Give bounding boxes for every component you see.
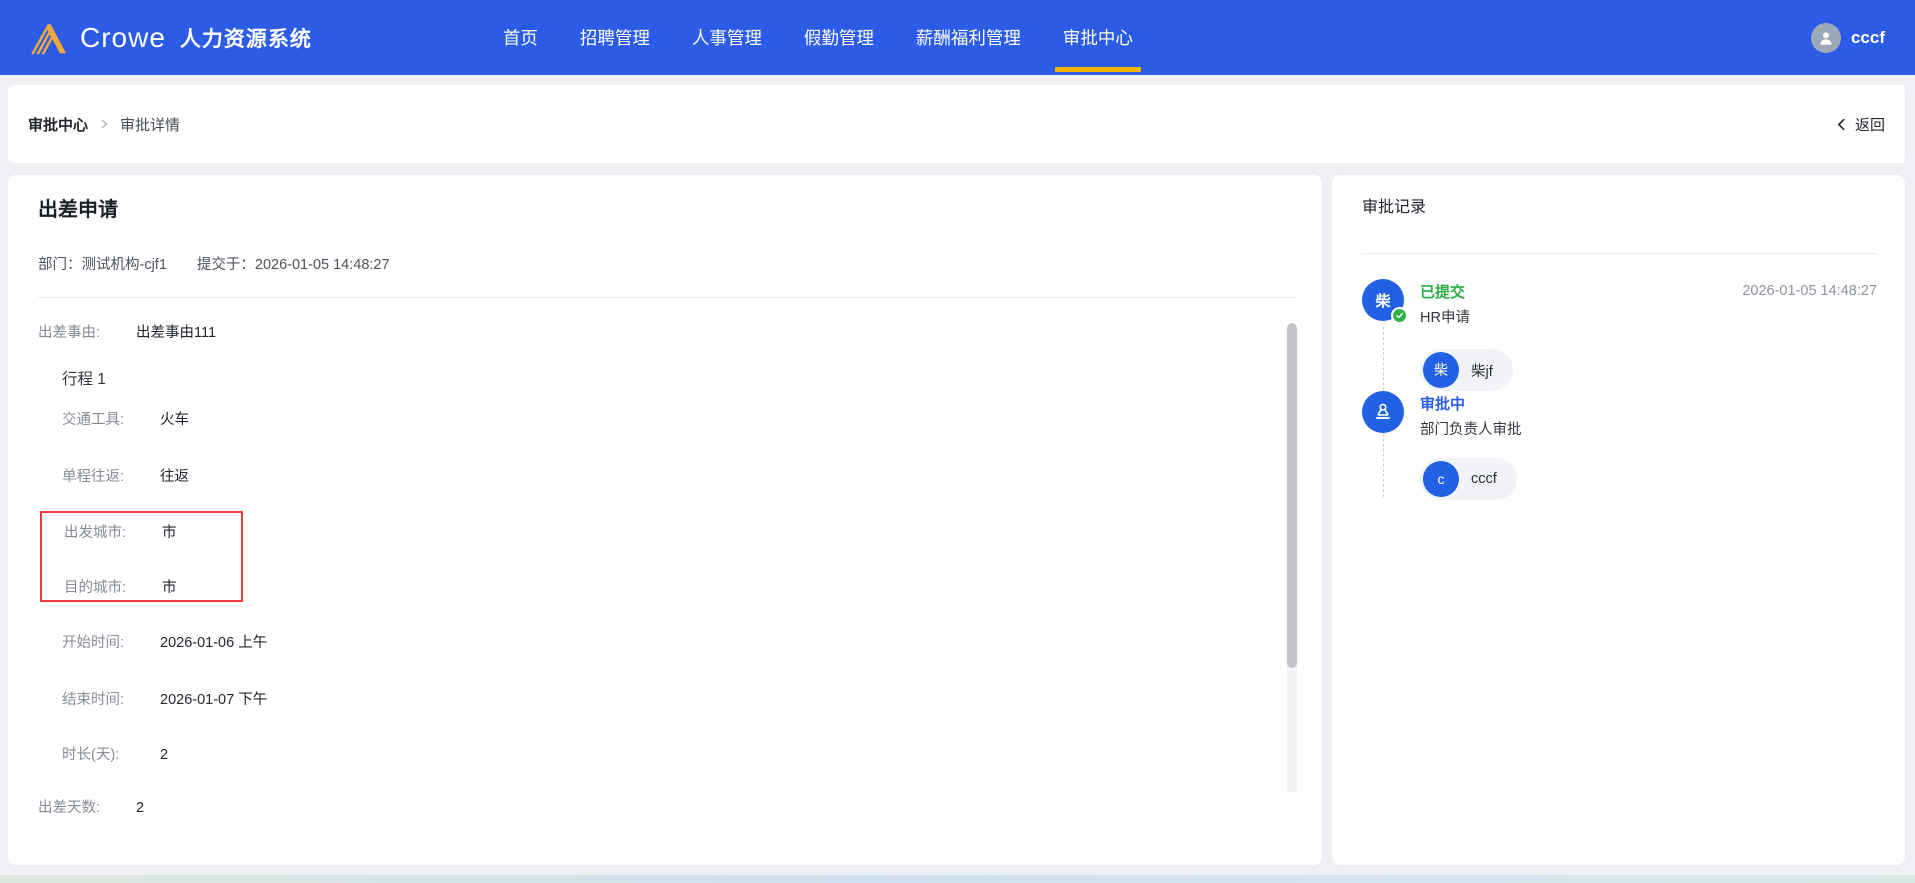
field-label: 开始时间: (62, 635, 125, 651)
department-label: 部门： (38, 257, 82, 273)
trip-fields-scroll-area[interactable]: 出差事由: 出差事由111 行程 1 交通工具: 火车 单程往返: 往返 出发城… (38, 310, 1296, 813)
avatar-text: c (1437, 471, 1445, 487)
user-avatar (1810, 22, 1841, 53)
scrollbar-thumb[interactable] (1287, 323, 1297, 668)
field-row-transport: 交通工具: 火车 (38, 410, 1296, 430)
timeline-step-submitted: 柴 已提交 2026-01-05 14:48:27 HR申请 柴 柴jf (1362, 279, 1877, 497)
back-label: 返回 (1854, 116, 1885, 134)
person-chip-name: 柴jf (1471, 363, 1493, 380)
field-value: 2 (136, 800, 145, 813)
chevron-right-icon (98, 118, 110, 130)
trip-detail-card: 出差申请 部门： 测试机构-cjf1 提交于： 2026-01-05 14:48… (8, 175, 1322, 865)
person-chip-avatar: c (1423, 461, 1459, 497)
person-chip: 柴 柴jf (1420, 349, 1513, 391)
field-value: 往返 (160, 469, 189, 485)
step-status: 审批中 (1420, 396, 1466, 413)
field-row-reason: 出差事由: 出差事由111 (38, 323, 1296, 343)
crowe-mountain-logo (31, 23, 67, 54)
back-button[interactable]: 返回 (1835, 114, 1885, 135)
scrollbar-track[interactable] (1287, 323, 1297, 793)
approval-record-title: 审批记录 (1362, 199, 1427, 216)
step-description: HR申请 (1420, 310, 1470, 326)
bottom-edge-strip (0, 875, 1915, 883)
step-description: 部门负责人审批 (1420, 422, 1522, 438)
timeline-step-in-approval: 审批中 部门负责人审批 c cccf (1362, 391, 1877, 500)
field-label: 出差事由: (38, 325, 101, 341)
field-row-duration: 时长(天): 2 (38, 745, 1296, 765)
active-tab-underline (1054, 67, 1141, 72)
field-row-start-time: 开始时间: 2026-01-06 上午 (38, 633, 1296, 653)
field-label: 时长(天): (62, 747, 120, 763)
approval-record-card: 审批记录 柴 已提交 2026-01-05 14:48:27 HR申请 柴 柴j… (1332, 175, 1905, 865)
field-row-departure-city: 出发城市: 市 (64, 523, 241, 543)
submitted-time: 2026-01-05 14:48:27 (254, 257, 390, 273)
breadcrumb-section[interactable]: 审批中心 (28, 114, 88, 135)
page-title: 出差申请 (38, 199, 118, 221)
field-value: 出差事由111 (136, 325, 217, 341)
field-label: 结束时间: (62, 692, 125, 708)
field-label: 交通工具: (62, 412, 125, 428)
detail-meta: 部门： 测试机构-cjf1 提交于： 2026-01-05 14:48:27 (38, 255, 1296, 275)
field-label: 出差天数: (38, 800, 101, 813)
approval-timeline: 柴 已提交 2026-01-05 14:48:27 HR申请 柴 柴jf 审批中… (1362, 254, 1877, 500)
submitted-label: 提交于： (196, 257, 255, 273)
trip-section-title: 行程 1 (62, 371, 106, 388)
field-row-trip-days: 出差天数: 2 (38, 798, 1296, 813)
field-value: 市 (162, 525, 177, 541)
field-row-end-time: 结束时间: 2026-01-07 下午 (38, 690, 1296, 710)
step-status: 已提交 (1420, 284, 1466, 301)
brand: Crowe 人力资源系统 (30, 19, 312, 57)
user-name: cccf (1850, 27, 1885, 47)
breadcrumb-bar: 审批中心 审批详情 返回 (8, 85, 1905, 163)
field-label: 单程往返: (62, 469, 125, 485)
stamp-icon (1376, 403, 1390, 419)
highlight-red-box: 出发城市: 市 目的城市: 市 (40, 511, 243, 602)
person-chip-name: cccf (1471, 471, 1497, 487)
field-value: 火车 (160, 412, 189, 428)
person-chip-avatar: 柴 (1423, 352, 1459, 388)
approver-stage-avatar (1362, 391, 1404, 433)
step-timestamp: 2026-01-05 14:48:27 (1742, 283, 1877, 299)
field-value: 2026-01-06 上午 (160, 635, 268, 651)
chevron-left-icon (1837, 118, 1845, 130)
top-navigation-bar: Crowe 人力资源系统 首页 招聘管理 人事管理 假勤管理 薪酬福利管理 审批… (0, 0, 1915, 75)
person-icon (1820, 31, 1832, 45)
nav-item-compensation[interactable]: 薪酬福利管理 (910, 0, 1027, 75)
divider (38, 297, 1296, 298)
field-value: 市 (162, 580, 177, 596)
nav-item-home[interactable]: 首页 (497, 0, 544, 75)
brand-name: Crowe (80, 21, 166, 53)
field-label: 出发城市: (64, 525, 127, 541)
main-nav: 首页 招聘管理 人事管理 假勤管理 薪酬福利管理 审批中心 (482, 0, 1154, 75)
field-row-roundtrip: 单程往返: 往返 (38, 467, 1296, 487)
submitter-avatar: 柴 (1362, 279, 1408, 324)
field-value: 2026-01-07 下午 (160, 692, 268, 708)
breadcrumb-page: 审批详情 (120, 116, 181, 134)
user-menu[interactable]: cccf (1810, 22, 1885, 53)
brand-product-title: 人力资源系统 (179, 27, 312, 51)
field-label: 目的城市: (64, 580, 127, 596)
avatar-text: 柴 (1375, 292, 1391, 310)
check-badge-icon (1391, 307, 1408, 324)
nav-item-attendance[interactable]: 假勤管理 (798, 0, 880, 75)
department-value: 测试机构-cjf1 (81, 257, 167, 273)
field-value: 2 (160, 747, 169, 763)
person-chip: c cccf (1420, 458, 1517, 500)
field-row-destination-city: 目的城市: 市 (64, 578, 241, 598)
nav-item-recruitment[interactable]: 招聘管理 (574, 0, 656, 75)
nav-item-approval-center[interactable]: 审批中心 (1054, 0, 1141, 75)
avatar-text: 柴 (1434, 362, 1448, 378)
nav-item-personnel[interactable]: 人事管理 (686, 0, 768, 75)
